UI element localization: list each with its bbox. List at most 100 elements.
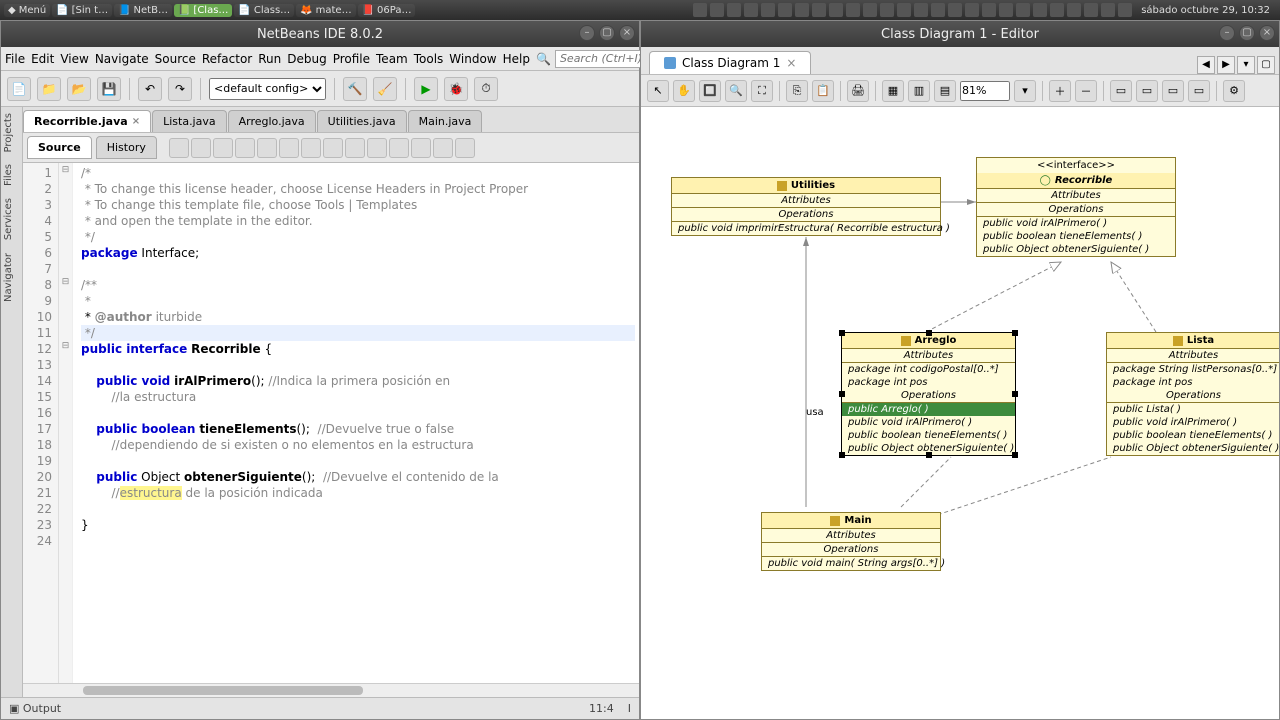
- side-tab-services[interactable]: Services: [1, 192, 16, 246]
- menu-edit[interactable]: Edit: [31, 52, 54, 66]
- tray-icon[interactable]: [795, 3, 809, 17]
- uml-class-utilities[interactable]: Utilities Attributes Operations public v…: [671, 177, 941, 236]
- menu-team[interactable]: Team: [376, 52, 408, 66]
- menu-tools[interactable]: Tools: [414, 52, 444, 66]
- history-tab[interactable]: History: [96, 136, 157, 159]
- editor-btn[interactable]: [455, 138, 475, 158]
- editor-btn[interactable]: [323, 138, 343, 158]
- new-project-button[interactable]: 📁: [37, 77, 61, 101]
- menu-profile[interactable]: Profile: [333, 52, 370, 66]
- tray-icon[interactable]: [1118, 3, 1132, 17]
- uml-attribute[interactable]: package int pos: [1107, 376, 1279, 389]
- uml-operation[interactable]: public Object obtenerSiguiente( ): [977, 243, 1175, 256]
- close-button[interactable]: ×: [1259, 25, 1275, 41]
- debug-button[interactable]: 🐞: [444, 77, 468, 101]
- profile-button[interactable]: ⏱: [474, 77, 498, 101]
- align-button[interactable]: ▭: [1162, 80, 1184, 102]
- task-item[interactable]: 📄 [Sin t…: [52, 4, 112, 17]
- task-item[interactable]: 📘 NetB…: [114, 4, 172, 17]
- horizontal-scrollbar[interactable]: [23, 683, 639, 697]
- new-file-button[interactable]: 📄: [7, 77, 31, 101]
- redo-button[interactable]: ↷: [168, 77, 192, 101]
- side-tab-navigator[interactable]: Navigator: [1, 247, 16, 308]
- tray-icon[interactable]: [846, 3, 860, 17]
- select-tool[interactable]: ↖: [647, 80, 669, 102]
- tray-icon[interactable]: [1101, 3, 1115, 17]
- editor-btn[interactable]: [235, 138, 255, 158]
- tray-icon[interactable]: [999, 3, 1013, 17]
- tray-icon[interactable]: [965, 3, 979, 17]
- close-button[interactable]: ×: [619, 25, 635, 41]
- file-tab-recorrible[interactable]: Recorrible.java×: [23, 110, 151, 132]
- tray-icon[interactable]: [948, 3, 962, 17]
- editor-btn[interactable]: [279, 138, 299, 158]
- uml-attribute[interactable]: package String listPersonas[0..*]: [1107, 363, 1279, 376]
- task-item[interactable]: 🦊 mate…: [296, 4, 355, 17]
- nav-prev-button[interactable]: ◀: [1197, 56, 1215, 74]
- build-button[interactable]: 🔨: [343, 77, 367, 101]
- uml-operation[interactable]: public void main( String args[0..*] ): [762, 557, 940, 570]
- tray-icon[interactable]: [863, 3, 877, 17]
- menu-navigate[interactable]: Navigate: [95, 52, 149, 66]
- tray-icon[interactable]: [761, 3, 775, 17]
- side-tab-files[interactable]: Files: [1, 158, 16, 192]
- menu-window[interactable]: Window: [449, 52, 496, 66]
- tray-icon[interactable]: [812, 3, 826, 17]
- print-button[interactable]: 🖨: [847, 80, 869, 102]
- editor-btn[interactable]: [367, 138, 387, 158]
- diagram-canvas[interactable]: Recorrible (realization dashed) --> Reco…: [641, 107, 1279, 719]
- diagram-tab[interactable]: Class Diagram 1×: [649, 51, 811, 74]
- tray-icon[interactable]: [982, 3, 996, 17]
- zoom-dropdown[interactable]: ▾: [1014, 80, 1036, 102]
- uml-operation[interactable]: public void irAlPrimero( ): [1107, 416, 1279, 429]
- close-icon[interactable]: ×: [132, 116, 140, 127]
- uml-operation[interactable]: public boolean tieneElements( ): [1107, 429, 1279, 442]
- tray-icon[interactable]: [1016, 3, 1030, 17]
- uml-class-arreglo[interactable]: Arreglo Attributes package int codigoPos…: [841, 332, 1016, 456]
- menu-help[interactable]: Help: [503, 52, 530, 66]
- grid-button[interactable]: ▤: [934, 80, 956, 102]
- maximize-button[interactable]: ▢: [599, 25, 615, 41]
- menu-file[interactable]: File: [5, 52, 25, 66]
- editor-btn[interactable]: [389, 138, 409, 158]
- uml-operation[interactable]: public boolean tieneElements( ): [977, 230, 1175, 243]
- nav-next-button[interactable]: ▶: [1217, 56, 1235, 74]
- uml-attribute[interactable]: package int pos: [842, 376, 1015, 389]
- uml-class-main[interactable]: Main Attributes Operations public void m…: [761, 512, 941, 571]
- nav-max-button[interactable]: ▢: [1257, 56, 1275, 74]
- tray-icon[interactable]: [744, 3, 758, 17]
- minimize-button[interactable]: –: [1219, 25, 1235, 41]
- maximize-button[interactable]: ▢: [1239, 25, 1255, 41]
- uml-operation[interactable]: public void irAlPrimero( ): [842, 416, 1015, 429]
- tray-icon[interactable]: [897, 3, 911, 17]
- editor-btn[interactable]: [213, 138, 233, 158]
- pan-tool[interactable]: ✋: [673, 80, 695, 102]
- menu-run[interactable]: Run: [258, 52, 281, 66]
- code-editor[interactable]: 123456789101112131415161718192021222324 …: [23, 163, 639, 683]
- task-item[interactable]: 📕 06Pa…: [358, 4, 416, 17]
- layout-button[interactable]: ▦: [882, 80, 904, 102]
- minimize-button[interactable]: –: [579, 25, 595, 41]
- align-button[interactable]: ▭: [1188, 80, 1210, 102]
- tray-icon[interactable]: [710, 3, 724, 17]
- zoom-input[interactable]: [960, 81, 1010, 101]
- menu-debug[interactable]: Debug: [287, 52, 326, 66]
- tray-icon[interactable]: [1084, 3, 1098, 17]
- tray-icon[interactable]: [1067, 3, 1081, 17]
- file-tab-lista[interactable]: Lista.java: [152, 110, 227, 132]
- run-button[interactable]: ▶: [414, 77, 438, 101]
- os-menu[interactable]: ◆ Menú: [4, 4, 50, 17]
- menu-refactor[interactable]: Refactor: [202, 52, 252, 66]
- tray-icon[interactable]: [931, 3, 945, 17]
- editor-btn[interactable]: [257, 138, 277, 158]
- tray-icon[interactable]: [880, 3, 894, 17]
- menu-view[interactable]: View: [60, 52, 88, 66]
- zoom-out-button[interactable]: －: [1075, 80, 1097, 102]
- source-tab[interactable]: Source: [27, 136, 92, 159]
- open-project-button[interactable]: 📂: [67, 77, 91, 101]
- zoom-area-tool[interactable]: 🔲: [699, 80, 721, 102]
- uml-operation[interactable]: public boolean tieneElements( ): [842, 429, 1015, 442]
- uml-operation-selected[interactable]: public Arreglo( ): [842, 403, 1015, 416]
- copy-button[interactable]: ⎘: [786, 80, 808, 102]
- uml-interface-recorrible[interactable]: <<interface>> ◯Recorrible Attributes Ope…: [976, 157, 1176, 257]
